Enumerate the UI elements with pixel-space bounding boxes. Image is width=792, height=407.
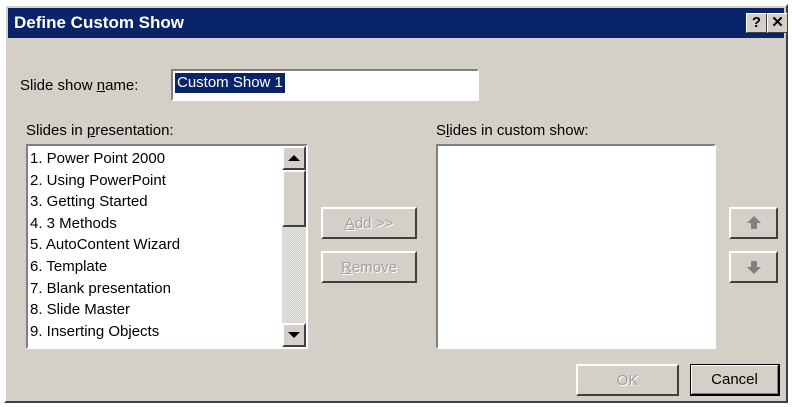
slides-in-custom-show-label-post: ides in custom show: [449, 122, 589, 139]
scroll-up-button[interactable] [282, 146, 306, 170]
slide-list-item[interactable]: 3. Getting Started [28, 191, 306, 213]
slides-in-presentation-label-key: p [86, 122, 96, 139]
slides-in-presentation-label-pre: Slides in [26, 122, 87, 139]
scroll-down-button[interactable] [282, 323, 306, 347]
title-bar[interactable]: Define Custom Show ? ✕ [8, 8, 788, 38]
slide-show-name-label-pre: Slide show [20, 77, 97, 94]
add-button[interactable]: Add >> [321, 207, 417, 239]
slide-show-name-label-key: n [96, 77, 106, 94]
scroll-up-arrow-icon [288, 155, 300, 161]
slides-in-presentation-label-post: resentation: [95, 122, 174, 139]
slides-in-presentation-list[interactable]: 1. Power Point 2000 2. Using PowerPoint 3.… [26, 144, 308, 349]
add-button-key: A [344, 214, 355, 232]
scroll-thumb[interactable] [282, 170, 306, 227]
slides-in-custom-show-list[interactable] [436, 144, 716, 349]
slide-list-item[interactable]: 8. Slide Master [28, 299, 306, 321]
slide-list-item[interactable]: 4. 3 Methods [28, 213, 306, 235]
ok-button[interactable]: OK [576, 364, 679, 396]
slide-list-item[interactable]: 2. Using PowerPoint [28, 170, 306, 192]
remove-button-key: R [341, 258, 352, 276]
dialog-title: Define Custom Show [14, 13, 185, 32]
slides-in-custom-show-label: Slides in custom show: [436, 122, 589, 139]
presentation-list-scrollbar[interactable] [282, 146, 306, 347]
slide-list-item[interactable]: 6. Template [28, 256, 306, 278]
slide-list-item[interactable]: 5. AutoContent Wizard [28, 234, 306, 256]
down-arrow-icon [746, 260, 761, 274]
cancel-button[interactable]: Cancel [690, 364, 780, 396]
remove-button[interactable]: Remove [321, 251, 417, 283]
slide-show-name-field[interactable]: Custom Show 1 [171, 69, 479, 101]
close-button[interactable]: ✕ [767, 13, 788, 33]
define-custom-show-dialog: Define Custom Show ? ✕ Slide show name: … [4, 4, 788, 403]
slide-list-item[interactable]: 1. Power Point 2000 [28, 148, 306, 170]
up-arrow-icon [746, 216, 761, 230]
slide-list-item[interactable]: 9. Inserting Objects [28, 321, 306, 343]
slide-show-name-label: Slide show name: [20, 77, 138, 94]
help-button[interactable]: ? [746, 13, 767, 33]
add-button-label: dd >> [354, 214, 394, 232]
move-up-button[interactable] [729, 207, 778, 239]
slide-show-name-label-post: ame: [105, 77, 139, 94]
slides-in-custom-show-label-pre: S [436, 122, 447, 139]
slides-in-presentation-label: Slides in presentation: [26, 122, 174, 139]
remove-button-label: emove [351, 258, 397, 276]
move-down-button[interactable] [729, 251, 778, 283]
slide-show-name-value: Custom Show 1 [175, 73, 285, 93]
slide-list-item[interactable]: 7. Blank presentation [28, 278, 306, 300]
scroll-down-arrow-icon [288, 332, 300, 338]
presentation-slide-items: 1. Power Point 2000 2. Using PowerPoint 3.… [28, 148, 306, 342]
